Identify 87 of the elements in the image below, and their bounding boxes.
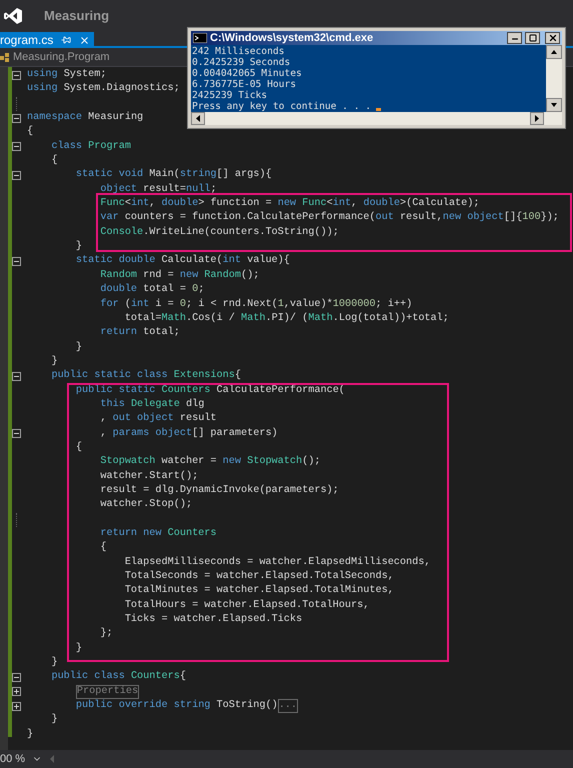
code-line: return total;: [99, 326, 180, 340]
code-line: namespace Measuring: [27, 111, 144, 126]
scroll-up-icon[interactable]: [546, 45, 562, 59]
code-line: Stopwatch watcher = new Stopwatch();: [99, 455, 320, 470]
code-line: }: [27, 728, 34, 742]
outline-guide: [16, 96, 17, 112]
minimize-button[interactable]: [507, 32, 522, 44]
code-line: Func<int, double> function = new Func<int, double>(Calculate);: [99, 197, 480, 212]
code-line: using System;: [27, 68, 106, 82]
code-line: ElapsedMilliseconds = watcher.ElapsedMilliseconds,: [124, 556, 430, 570]
code-line: TotalMinutes = watcher.Elapsed.TotalMinutes,: [124, 584, 394, 598]
code-line: }: [74, 642, 82, 656]
code-line: Ticks = watcher.Elapsed.Ticks: [124, 613, 302, 628]
code-line: for (int i = 0; i < rnd.Next(1,value)*1000000; i++): [99, 298, 412, 312]
vertical-scrollbar[interactable]: [546, 45, 562, 112]
console-output: 6.736775E-05 Hours: [192, 79, 296, 90]
text-cursor: [376, 108, 382, 111]
code-line: }: [50, 713, 58, 728]
collapse-icon[interactable]: [12, 429, 21, 438]
code-line: double total = 0;: [99, 283, 204, 298]
code-line: , params object[] parameters): [99, 426, 278, 441]
code-line: {: [27, 125, 34, 140]
console-output: 242 Milliseconds: [192, 46, 284, 57]
code-line: }: [50, 656, 58, 670]
code-line: watcher.Stop();: [99, 498, 192, 512]
code-line: TotalSeconds = watcher.Elapsed.TotalSeconds,: [124, 570, 394, 584]
code-line: };: [99, 627, 113, 642]
scroll-left-icon[interactable]: [191, 112, 205, 125]
collapse-icon[interactable]: [12, 372, 21, 381]
code-line: this Delegate dlg: [99, 398, 204, 412]
code-line: watcher.Start();: [99, 470, 198, 484]
code-line: public static class Extensions{: [50, 369, 241, 384]
horizontal-scrollbar[interactable]: [191, 112, 562, 125]
scroll-down-icon[interactable]: [546, 98, 562, 112]
console-title: C:\Windows\system32\cmd.exe: [210, 30, 374, 46]
expand-icon[interactable]: [12, 702, 21, 711]
code-line: }: [74, 340, 82, 355]
collapse-icon[interactable]: [12, 257, 21, 266]
code-text: public override string: [76, 699, 210, 714]
outline-guide: [16, 512, 17, 527]
code-line: result = dlg.DynamicInvoke(parameters);: [99, 484, 339, 498]
collapse-icon[interactable]: [12, 70, 21, 80]
code-line: object result=null;: [99, 182, 217, 197]
zoom-dropdown[interactable]: 00 %: [0, 750, 44, 768]
code-line: public class Counters{: [50, 670, 186, 684]
code-line: total=Math.Cos(i / Math.PI)/ (Math.Log(total))+total;: [124, 312, 449, 326]
code-line: static void Main(string[] args){: [74, 168, 272, 182]
console-output: 0.2425239 Seconds: [192, 57, 290, 68]
code-line: , out object result: [99, 412, 217, 426]
code-line: }: [74, 240, 82, 254]
navigation-path[interactable]: Measuring.Program: [13, 48, 110, 66]
code-line: class Program: [50, 140, 131, 154]
close-icon[interactable]: [79, 34, 90, 46]
code-line: using System.Diagnostics;: [27, 82, 180, 96]
collapsed-region[interactable]: Properties: [76, 684, 140, 700]
code-line: Console.WriteLine(counters.ToString());: [99, 226, 339, 240]
code-line: {: [50, 154, 58, 168]
code-line: public static Counters CalculatePerformance(: [74, 384, 345, 398]
collapsed-region[interactable]: ...: [278, 699, 298, 714]
maximize-icon: [528, 34, 536, 42]
scroll-right-icon[interactable]: [530, 112, 544, 125]
close-icon: [548, 33, 558, 43]
maximize-button[interactable]: [525, 32, 540, 44]
pin-icon[interactable]: [61, 35, 72, 45]
expand-icon[interactable]: [12, 687, 21, 696]
class-icon: [0, 52, 10, 62]
collapse-icon[interactable]: [12, 171, 21, 180]
collapse-icon[interactable]: [12, 673, 21, 682]
app-title: Measuring: [44, 7, 110, 26]
collapse-icon[interactable]: [12, 114, 21, 123]
code-line: {: [99, 541, 106, 556]
code-line: }: [50, 354, 58, 369]
code-text: ToString(): [216, 699, 278, 714]
console-output: 0.004042065 Minutes: [192, 68, 302, 79]
code-line: return new Counters: [99, 527, 217, 541]
console-output: Press any key to continue . . .: [192, 101, 372, 112]
code-line: TotalHours = watcher.Elapsed.TotalHours,: [124, 598, 370, 613]
console-output: 2425239 Ticks: [192, 90, 268, 101]
close-button[interactable]: [545, 32, 560, 44]
code-line: Random rnd = new Random();: [99, 268, 260, 283]
infinity-logo-icon: [4, 8, 22, 24]
file-tab[interactable]: rogram.cs: [0, 32, 94, 48]
collapse-icon[interactable]: [12, 142, 21, 152]
code-line: {: [74, 440, 82, 455]
code-line: static double Calculate(int value){: [74, 254, 290, 268]
code-line: var counters = function.CalculatePerformance(out result,new object[]{100});: [99, 211, 559, 226]
console-icon: [193, 33, 207, 43]
